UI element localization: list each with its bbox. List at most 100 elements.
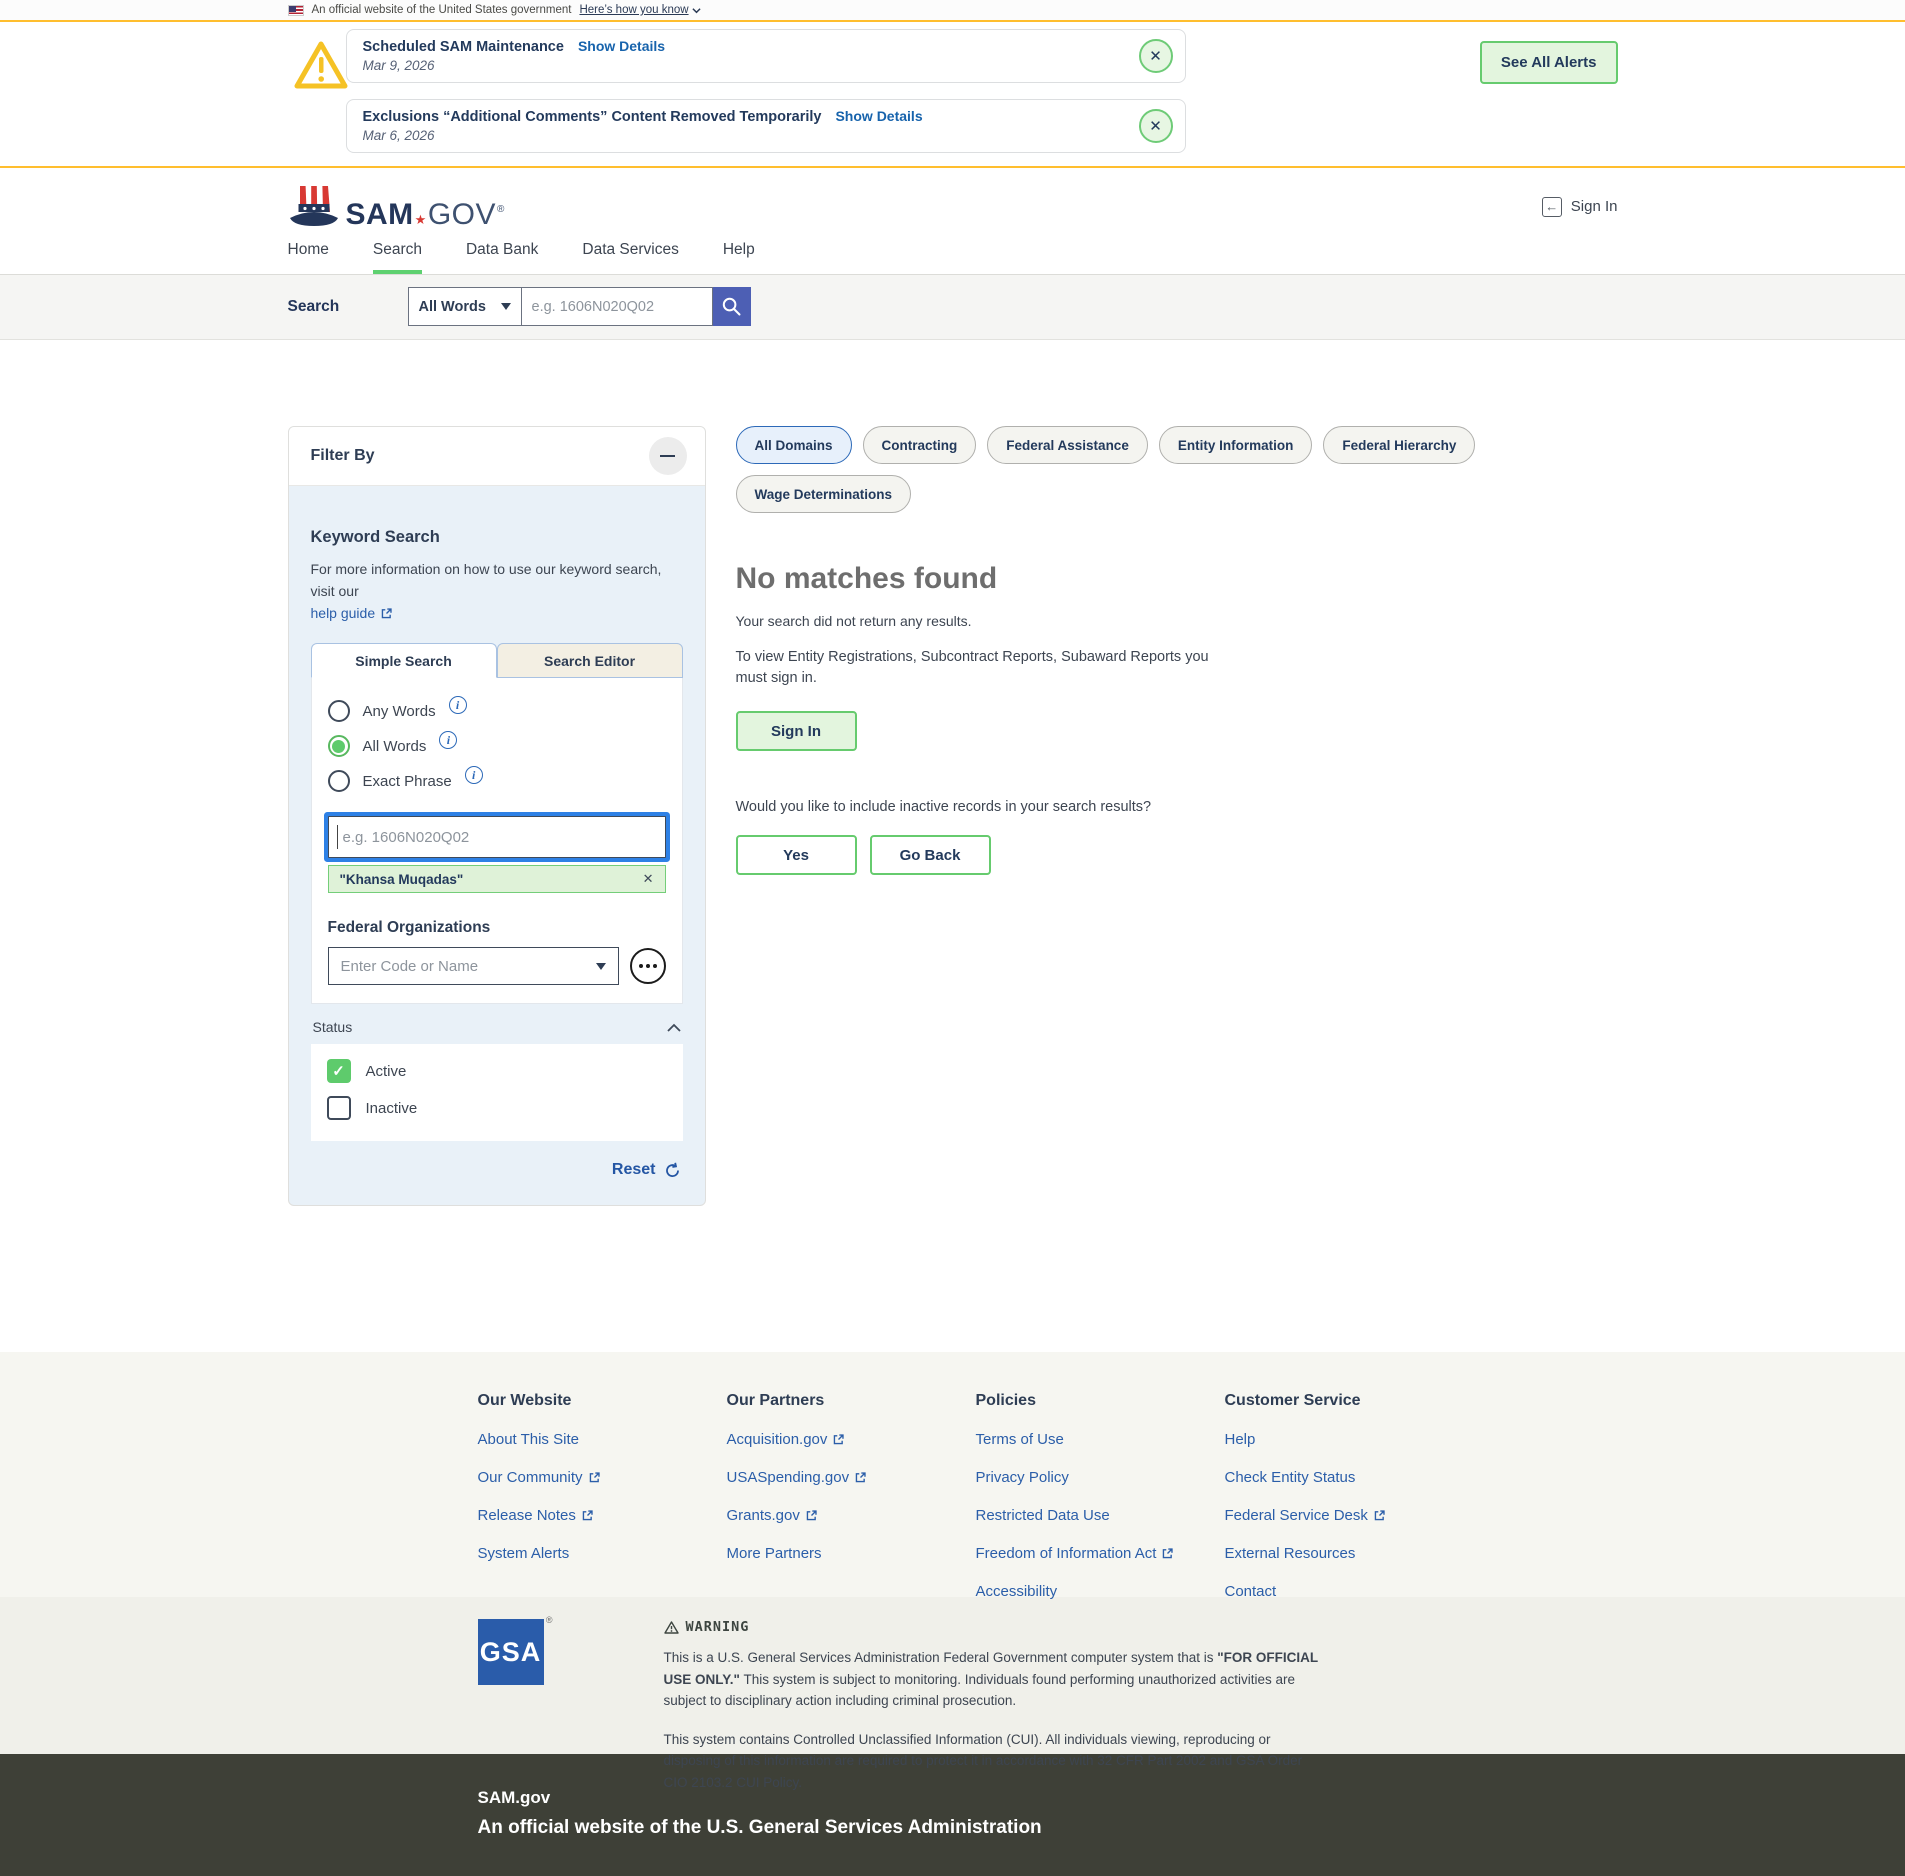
nav-item-help[interactable]: Help (723, 241, 755, 274)
logo-star-icon: ★ (415, 213, 427, 226)
radio-exact-phrase-label: Exact Phrase (363, 773, 452, 790)
identity-footer: SAM.gov An official website of the U.S. … (0, 1754, 1905, 1876)
uncle-sam-hat-icon (288, 184, 340, 230)
gsa-logo-text: GSA (480, 1637, 542, 1668)
reset-filters-link[interactable]: Reset (612, 1161, 656, 1179)
external-link-icon (805, 1509, 818, 1522)
radio-any-words[interactable] (328, 700, 350, 722)
how-you-know-link[interactable]: Here’s how you know (579, 4, 700, 16)
collapse-filters-button[interactable] (649, 437, 687, 475)
info-icon[interactable]: i (439, 731, 457, 749)
refresh-icon[interactable] (664, 1162, 681, 1179)
footer-link-privacy-policy[interactable]: Privacy Policy (976, 1469, 1069, 1486)
nav-item-data-bank[interactable]: Data Bank (466, 241, 538, 274)
info-icon[interactable]: i (449, 696, 467, 714)
alert-close-button[interactable]: ✕ (1139, 109, 1173, 143)
checkbox-inactive[interactable] (327, 1096, 351, 1120)
global-search-input[interactable] (522, 287, 713, 326)
search-label: Search (288, 298, 408, 316)
header-sign-in-link[interactable]: ← Sign In (1542, 197, 1618, 217)
nav-item-search[interactable]: Search (373, 241, 422, 274)
logo-gov-text: GOV (428, 200, 496, 230)
gsa-warning-section: GSA ® WARNING This is a U.S. General Ser… (0, 1597, 1905, 1754)
chevron-up-icon[interactable] (667, 1023, 681, 1032)
federal-org-select[interactable]: Enter Code or Name (328, 947, 619, 985)
footer-link-federal-service-desk[interactable]: Federal Service Desk (1225, 1507, 1386, 1524)
footer-link-system-alerts[interactable]: System Alerts (478, 1545, 570, 1562)
footer-link-release-notes[interactable]: Release Notes (478, 1507, 594, 1524)
footer-link-restricted-data-use[interactable]: Restricted Data Use (976, 1507, 1110, 1524)
footer-column-policies: Policies Terms of Use Privacy Policy Res… (976, 1392, 1225, 1600)
gov-banner: An official website of the United States… (0, 0, 1905, 22)
more-options-button[interactable] (630, 948, 666, 984)
header-sign-in-label: Sign In (1571, 198, 1618, 215)
checkbox-active[interactable]: ✓ (327, 1059, 351, 1083)
footer-column-customer-service: Customer Service Help Check Entity Statu… (1225, 1392, 1474, 1600)
domain-tab-entity-information[interactable]: Entity Information (1159, 426, 1313, 464)
footer-column-our-website: Our Website About This Site Our Communit… (478, 1392, 727, 1600)
footer-link-more-partners[interactable]: More Partners (727, 1545, 822, 1562)
radio-all-words[interactable] (328, 735, 350, 757)
footer-link-usaspending-gov[interactable]: USASpending.gov (727, 1469, 868, 1486)
footer-column-title: Customer Service (1225, 1392, 1474, 1410)
no-matches-title: No matches found (736, 562, 1618, 596)
alert-title: Scheduled SAM Maintenance (363, 39, 564, 55)
go-back-button[interactable]: Go Back (870, 835, 991, 875)
show-details-link[interactable]: Show Details (835, 108, 922, 124)
footer-link-help[interactable]: Help (1225, 1431, 1256, 1448)
footer-link-foia[interactable]: Freedom of Information Act (976, 1545, 1175, 1562)
tab-simple-search[interactable]: Simple Search (311, 643, 497, 678)
yes-button[interactable]: Yes (736, 835, 857, 875)
domain-tab-contracting[interactable]: Contracting (863, 426, 977, 464)
footer-link-acquisition-gov[interactable]: Acquisition.gov (727, 1431, 846, 1448)
search-icon (721, 296, 742, 317)
footer-link-grants-gov[interactable]: Grants.gov (727, 1507, 818, 1524)
keyword-chip: "Khansa Muqadas" ✕ (328, 865, 666, 893)
radio-exact-phrase[interactable] (328, 770, 350, 792)
chip-remove-icon[interactable]: ✕ (643, 871, 654, 887)
footer-site-name: SAM.gov (478, 1788, 1618, 1808)
enter-arrow-glyph: ← (1545, 199, 1558, 214)
domain-tab-wage-determinations[interactable]: Wage Determinations (736, 475, 912, 513)
footer-link-check-entity-status[interactable]: Check Entity Status (1225, 1469, 1356, 1486)
show-details-link[interactable]: Show Details (578, 38, 665, 54)
alert-close-button[interactable]: ✕ (1139, 39, 1173, 73)
close-icon: ✕ (1149, 119, 1162, 134)
federal-org-placeholder: Enter Code or Name (341, 958, 479, 975)
gsa-logo: GSA ® (478, 1619, 544, 1685)
see-all-alerts-button[interactable]: See All Alerts (1480, 41, 1618, 84)
alert-card-exclusions: Exclusions “Additional Comments” Content… (346, 99, 1186, 153)
tab-search-editor[interactable]: Search Editor (497, 643, 683, 678)
text-cursor (337, 825, 339, 849)
info-icon[interactable]: i (465, 766, 483, 784)
domain-tab-federal-hierarchy[interactable]: Federal Hierarchy (1323, 426, 1475, 464)
footer-link-our-community[interactable]: Our Community (478, 1469, 601, 1486)
search-type-select[interactable]: All Words (408, 287, 522, 326)
checkbox-active-label: Active (366, 1063, 407, 1080)
keyword-help-text: For more information on how to use our k… (311, 559, 683, 602)
sam-gov-logo[interactable]: SAM★GOV® (288, 184, 505, 230)
search-submit-button[interactable] (713, 287, 751, 326)
external-link-icon (832, 1433, 845, 1446)
external-link-icon (1161, 1547, 1174, 1560)
footer-link-external-resources[interactable]: External Resources (1225, 1545, 1356, 1562)
nav-item-home[interactable]: Home (288, 241, 329, 274)
gov-banner-text: An official website of the United States… (312, 4, 572, 16)
footer-link-terms-of-use[interactable]: Terms of Use (976, 1431, 1064, 1448)
help-guide-label: help guide (311, 605, 376, 621)
domain-tab-federal-assistance[interactable]: Federal Assistance (987, 426, 1148, 464)
sign-in-button[interactable]: Sign In (736, 711, 857, 751)
footer-link-about-this-site[interactable]: About This Site (478, 1431, 579, 1448)
external-link-icon (380, 607, 393, 620)
chevron-down-icon (692, 6, 701, 15)
sign-in-enter-icon: ← (1542, 197, 1562, 217)
footer-column-title: Our Website (478, 1392, 727, 1410)
help-guide-link[interactable]: help guide (311, 605, 394, 621)
external-link-icon (854, 1471, 867, 1484)
warning-paragraph-1: This is a U.S. General Services Administ… (664, 1647, 1319, 1712)
nav-item-data-services[interactable]: Data Services (582, 241, 678, 274)
domain-tab-all-domains[interactable]: All Domains (736, 426, 852, 464)
keyword-search-input[interactable] (328, 816, 666, 858)
minus-icon (660, 455, 675, 457)
alert-card-maintenance: Scheduled SAM Maintenance Show Details M… (346, 29, 1186, 83)
